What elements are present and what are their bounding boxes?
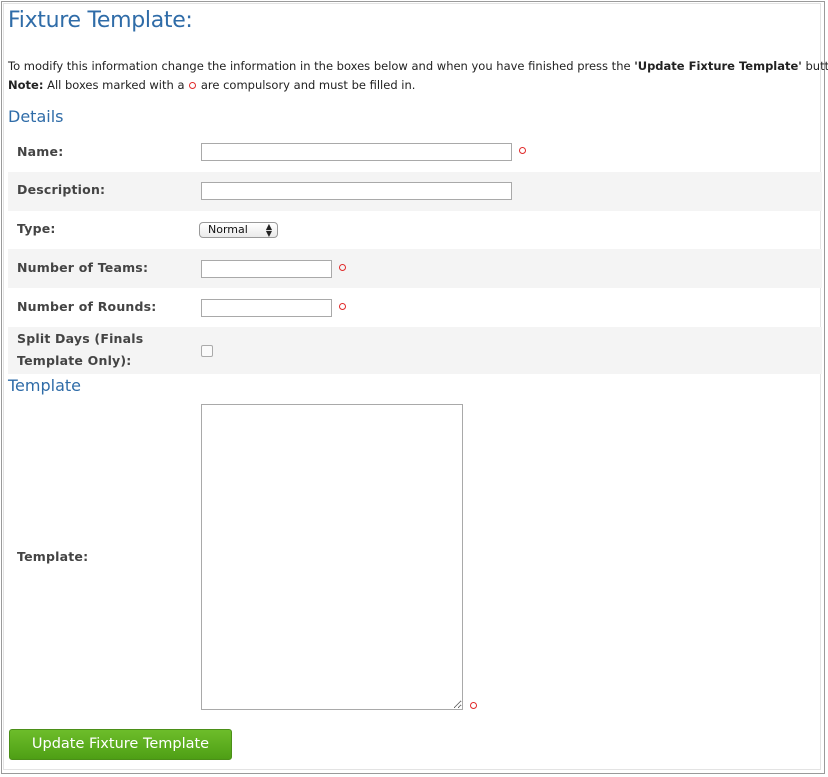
description-label: Description: — [17, 182, 106, 197]
split-days-row: Split Days (Finals Template Only): — [8, 327, 822, 374]
name-input[interactable] — [201, 143, 512, 161]
select-arrows-icon: ▲ ▼ — [265, 222, 272, 238]
type-label: Type: — [17, 221, 56, 236]
template-row: Template: — [8, 399, 822, 721]
details-heading: Details — [8, 107, 64, 126]
type-select[interactable]: Normal ▲ ▼ — [199, 222, 278, 238]
required-icon — [188, 81, 197, 90]
teams-label: Number of Teams: — [17, 260, 149, 275]
split-days-label-line2: Template Only): — [17, 353, 132, 368]
rounds-label: Number of Rounds: — [17, 299, 157, 314]
description-row: Description: — [8, 172, 822, 211]
required-icon — [469, 701, 478, 710]
teams-row: Number of Teams: — [8, 249, 822, 288]
type-row: Type: Normal ▲ ▼ — [8, 211, 822, 249]
page-title: Fixture Template: — [8, 8, 193, 33]
split-days-checkbox[interactable] — [201, 345, 213, 357]
note-line: Note: All boxes marked with a are compul… — [8, 75, 828, 96]
note-label: Note: — [8, 78, 44, 92]
intro-button-ref: 'Update Fixture Template' — [634, 59, 802, 73]
split-days-label: Split Days (Finals Template Only): — [17, 328, 143, 372]
rounds-row: Number of Rounds: — [8, 288, 822, 327]
description-input[interactable] — [201, 182, 512, 200]
required-icon — [518, 146, 527, 155]
intro-suffix: button. — [805, 59, 828, 73]
split-days-label-line1: Split Days (Finals — [17, 331, 144, 346]
teams-input[interactable] — [201, 260, 332, 278]
intro-main: To modify this information change the in… — [8, 59, 635, 73]
name-label: Name: — [17, 144, 64, 159]
template-textarea[interactable] — [201, 404, 463, 710]
rounds-input[interactable] — [201, 299, 332, 317]
type-select-value: Normal — [208, 223, 248, 236]
intro-line: To modify this information change the in… — [8, 56, 828, 77]
template-label: Template: — [17, 549, 89, 564]
template-heading: Template — [8, 376, 82, 395]
required-icon — [338, 263, 347, 272]
note-text-before: All boxes marked with a — [43, 78, 189, 92]
note-text-after: are compulsory and must be filled in. — [197, 78, 416, 92]
update-fixture-template-button[interactable]: Update Fixture Template — [9, 729, 232, 760]
required-icon — [338, 302, 347, 311]
name-row: Name: — [8, 133, 822, 172]
intro-text: To modify this information change the in… — [8, 56, 828, 96]
